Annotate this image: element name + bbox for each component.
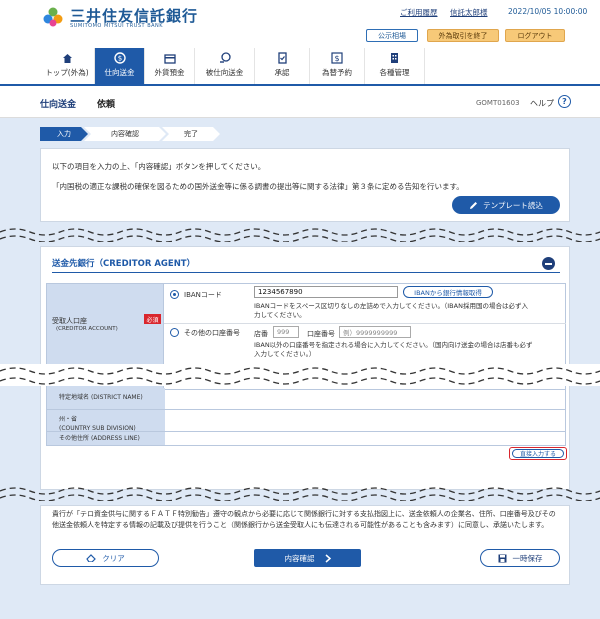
intro-text: 以下の項目を入力の上、「内容確認」ボタンを押してください。: [52, 162, 266, 171]
district-name-field[interactable]: [165, 388, 565, 409]
option-divider: [164, 323, 566, 324]
login-timestamp: 2022/10/05 10:00:00: [508, 7, 588, 16]
exchange-icon: $: [331, 52, 343, 64]
help-icon[interactable]: ?: [558, 95, 571, 108]
help-link[interactable]: ヘルプ: [530, 98, 554, 109]
account-number-input[interactable]: 例）9999999999: [339, 326, 411, 338]
building-icon: [389, 52, 401, 64]
eraser-icon: [86, 554, 97, 562]
iban-radio[interactable]: [170, 290, 179, 299]
save-icon: [498, 554, 506, 562]
approve-icon: [276, 52, 288, 64]
iban-input[interactable]: 1234567890: [254, 286, 398, 298]
intro-law-text: 「内国税の適正な課税の確保を図るための国外送金等に係る調書の提出等に関する法律」…: [52, 182, 464, 191]
load-template-button[interactable]: テンプレート読込: [452, 196, 560, 214]
user-name-link[interactable]: 信託太郎様: [450, 7, 488, 18]
table-row: その他住所 (ADDRESS LINE): [46, 432, 566, 446]
torn-edge: [0, 226, 600, 242]
public-rates-button[interactable]: 公示相場: [366, 29, 418, 42]
branch-label: 店番: [254, 330, 268, 338]
creditor-account-label: 受取人口座: [52, 317, 87, 325]
nav-fx-contract[interactable]: $ 為替予約: [310, 48, 365, 84]
address-line-field[interactable]: [165, 432, 565, 445]
direct-input-highlight[interactable]: 直接入力する: [509, 447, 567, 460]
step-confirm: 内容確認: [84, 127, 166, 141]
clear-button[interactable]: クリア: [52, 549, 159, 567]
creditor-account-label-en: (CREDITOR ACCOUNT): [56, 326, 118, 332]
save-draft-button[interactable]: 一時保存: [480, 549, 560, 567]
other-help-1: IBAN以外の口座番号を指定される場合に入力してください。（国内向け送金の場合は…: [254, 341, 533, 349]
money-send-icon: $: [113, 52, 126, 64]
chevron-right-icon: [325, 553, 331, 563]
branch-input[interactable]: 999: [273, 326, 299, 338]
money-receive-icon: [219, 52, 231, 64]
logout-button[interactable]: ログアウト: [505, 29, 565, 42]
iban-option-label: IBANコード: [184, 291, 222, 299]
bank-name-en: SUMITOMO MITSUI TRUST BANK: [70, 23, 164, 29]
nav-management[interactable]: 各種管理: [365, 48, 425, 84]
nav-inward-remittance[interactable]: 被仕向送金: [195, 48, 255, 84]
step-input: 入力: [40, 127, 88, 141]
section-title: 送金先銀行（CREDITOR AGENT）: [52, 259, 196, 269]
other-account-radio[interactable]: [170, 328, 179, 337]
svg-text:$: $: [117, 55, 121, 63]
nav-top[interactable]: トップ(外為): [40, 48, 95, 84]
confirm-button[interactable]: 内容確認: [254, 549, 361, 567]
table-row: 特定地域名 (DISTRICT NAME): [46, 388, 566, 410]
step-complete: 完了: [162, 127, 220, 141]
bank-logo-icon: [43, 7, 63, 27]
collapse-icon[interactable]: [542, 257, 555, 270]
screen-code: GOMT01603: [476, 99, 520, 107]
other-account-label: その他の口座番号: [184, 329, 240, 337]
iban-lookup-button[interactable]: IBANから銀行情報取得: [403, 286, 493, 298]
iban-help-2: 力してください。: [254, 311, 306, 319]
account-number-label: 口座番号: [307, 330, 335, 338]
nav-approval[interactable]: 承認: [255, 48, 310, 84]
required-badge: 必須: [144, 314, 161, 324]
nav-fx-deposit[interactable]: 外貨預金: [145, 48, 195, 84]
deposit-icon: [163, 52, 176, 64]
iban-help-1: IBANコードをスペース区切りなしの左詰めで入力してください。（IBAN採用国の…: [254, 302, 528, 310]
direct-input-button[interactable]: 直接入力する: [512, 449, 564, 458]
torn-edge: [0, 485, 600, 501]
consent-notice: 貴行が「テロ資金供与に関するＦＡＴＦ特別勧告」遵守の観点から必要に応じて関係銀行…: [52, 510, 556, 529]
end-fx-button[interactable]: 外為取引を終了: [427, 29, 499, 42]
svg-text:$: $: [334, 54, 339, 63]
country-sub-division-field[interactable]: [165, 410, 565, 431]
other-help-2: 入力してください。）: [254, 350, 316, 358]
page-title: 仕向送金: [40, 100, 77, 110]
torn-edge: [0, 364, 600, 386]
home-icon: [61, 52, 73, 64]
table-row: 州・省 (COUNTRY SUB DIVISION): [46, 410, 566, 432]
nav-outward-remittance[interactable]: $ 仕向送金: [95, 48, 145, 84]
pencil-icon: [470, 201, 478, 209]
page-subtitle: 依頼: [97, 100, 116, 110]
section-divider: [52, 272, 560, 273]
usage-history-link[interactable]: ご利用履歴: [400, 7, 438, 18]
main-nav: トップ(外為) $ 仕向送金 外貨預金 被仕向送金 承認 $ 為替予約 各種管理: [40, 48, 560, 84]
